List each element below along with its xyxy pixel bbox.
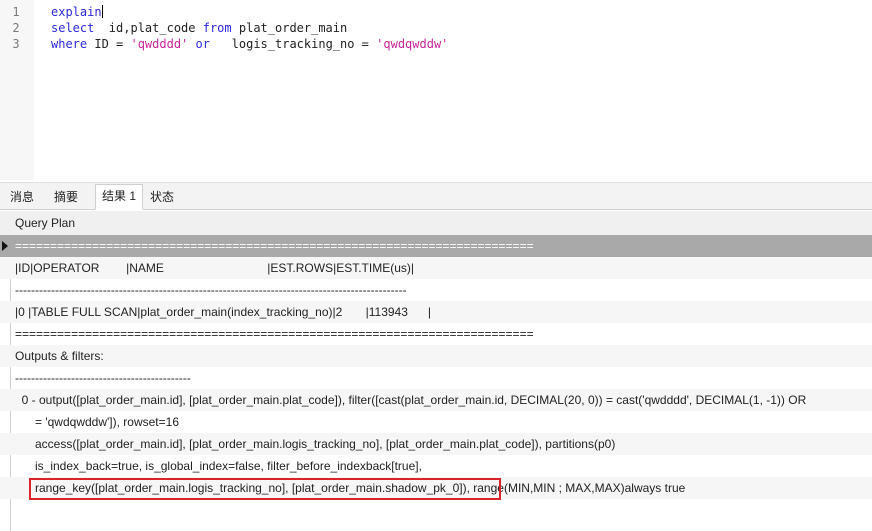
text-cursor: [101, 5, 103, 18]
table-row[interactable]: ----------------------------------------…: [0, 279, 872, 301]
query-plan-cell[interactable]: |0 |TABLE FULL SCAN|plat_order_main(inde…: [15, 301, 431, 323]
sql-string: 'qwdddd': [130, 37, 189, 51]
sql-text: ID =: [87, 37, 131, 51]
query-plan-cell[interactable]: ========================================…: [15, 323, 534, 345]
table-row[interactable]: |ID|OPERATOR |NAME |EST.ROWS|EST.TIME(us…: [0, 257, 872, 279]
code-line[interactable]: 3 where ID = 'qwdddd' or logis_tracking_n…: [0, 36, 872, 52]
sql-string: 'qwdqwddw': [376, 37, 449, 51]
table-row[interactable]: 0 - output([plat_order_main.id], [plat_o…: [0, 389, 872, 411]
table-row[interactable]: ========================================…: [0, 323, 872, 345]
line-number: 1: [12, 5, 20, 19]
table-row[interactable]: access([plat_order_main.id], [plat_order…: [0, 433, 872, 455]
query-plan-cell[interactable]: ========================================…: [15, 235, 534, 257]
sql-keyword: or: [195, 37, 210, 51]
table-row[interactable]: is_index_back=true, is_global_index=fals…: [0, 455, 872, 477]
sql-keyword: select: [51, 21, 95, 35]
table-row[interactable]: ========================================…: [0, 235, 872, 257]
query-plan-cell[interactable]: access([plat_order_main.id], [plat_order…: [15, 433, 615, 455]
column-header-label: Query Plan: [15, 216, 76, 230]
tab-messages[interactable]: 消息: [4, 186, 40, 208]
sql-text: logis_tracking_no =: [209, 37, 377, 51]
table-row[interactable]: |0 |TABLE FULL SCAN|plat_order_main(inde…: [0, 301, 872, 323]
query-plan-cell[interactable]: 0 - output([plat_order_main.id], [plat_o…: [15, 389, 807, 411]
table-row[interactable]: ----------------------------------------…: [0, 367, 872, 389]
column-header-query-plan[interactable]: Query Plan: [0, 211, 872, 236]
sql-text: plat_order_main: [231, 21, 348, 35]
code-text[interactable]: where ID = 'qwdddd' or logis_tracking_no…: [51, 36, 448, 52]
sql-keyword: where: [51, 37, 88, 51]
range-key-annotation-box: [29, 478, 501, 500]
tab-status[interactable]: 状态: [144, 186, 180, 208]
code-text[interactable]: explain: [51, 4, 103, 20]
query-plan-cell[interactable]: is_index_back=true, is_global_index=fals…: [15, 455, 422, 477]
current-row-marker-icon: [2, 241, 8, 251]
tab-summary[interactable]: 摘要: [48, 186, 84, 208]
table-row[interactable]: Outputs & filters:: [0, 345, 872, 367]
query-plan-cell[interactable]: ----------------------------------------…: [15, 279, 407, 301]
tab-result-1[interactable]: 结果 1: [95, 184, 144, 210]
query-plan-cell[interactable]: = 'qwdqwddw']), rowset=16: [15, 411, 179, 433]
code-line[interactable]: 2 select id,plat_code from plat_order_mai…: [0, 20, 872, 36]
sql-keyword: explain: [51, 5, 102, 19]
code-text[interactable]: select id,plat_code from plat_order_main: [51, 20, 347, 36]
query-plan-cell[interactable]: ----------------------------------------…: [15, 367, 191, 389]
query-plan-cell[interactable]: |ID|OPERATOR |NAME |EST.ROWS|EST.TIME(us…: [15, 257, 414, 279]
query-plan-cell[interactable]: Outputs & filters:: [15, 345, 104, 367]
result-tab-bar: 消息 摘要 结果 1 状态: [0, 182, 872, 210]
line-number: 3: [12, 37, 20, 51]
code-line[interactable]: 1 explain: [0, 4, 872, 20]
line-number: 2: [12, 21, 20, 35]
sql-text: id,plat_code: [94, 21, 203, 35]
table-row[interactable]: = 'qwdqwddw']), rowset=16: [0, 411, 872, 433]
sql-keyword: from: [202, 21, 232, 35]
sql-editor[interactable]: 1 explain 2 select id,plat_code from plat_o…: [0, 0, 872, 180]
